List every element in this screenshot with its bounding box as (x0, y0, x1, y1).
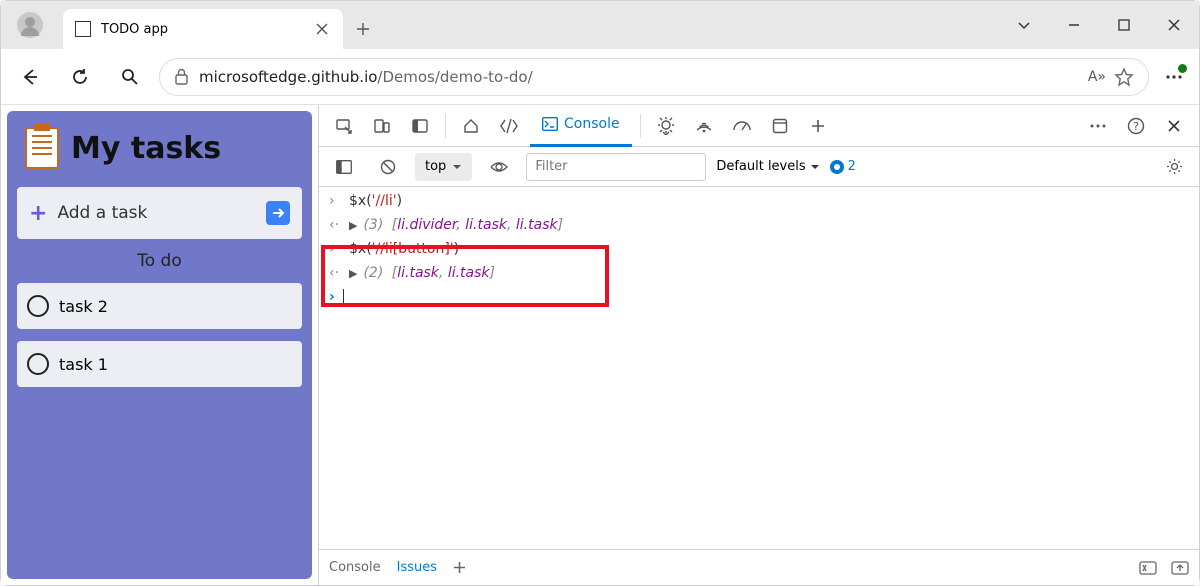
issues-dot-icon (830, 160, 844, 174)
result-text: (2) [li.task, li.task] (363, 265, 495, 281)
lock-icon (174, 68, 189, 85)
refresh-button[interactable] (59, 57, 101, 97)
help-icon[interactable]: ? (1119, 110, 1153, 142)
welcome-tab-icon[interactable] (454, 110, 488, 142)
devtools-drawer-bar: Console Issues (319, 549, 1199, 585)
dock-side-icon[interactable] (403, 110, 437, 142)
browser-tab[interactable]: TODO app (63, 9, 343, 49)
tab-close-button[interactable] (313, 20, 331, 38)
devtools-tab-bar: Console ? (319, 105, 1199, 147)
application-tab-icon[interactable] (763, 110, 797, 142)
back-button[interactable] (9, 57, 51, 97)
console-prompt-row[interactable]: › (325, 285, 1193, 309)
drawer-expand-icon[interactable] (1171, 561, 1189, 575)
context-label: top (425, 159, 446, 174)
svg-text:?: ? (1133, 120, 1139, 133)
submit-arrow-icon[interactable] (266, 201, 290, 225)
input-chevron-icon: › (329, 193, 343, 209)
chevron-down-icon[interactable] (999, 5, 1049, 45)
window-controls (999, 1, 1199, 49)
sources-tab-icon[interactable] (649, 110, 683, 142)
drawer-issues-tab[interactable]: Issues (397, 560, 437, 575)
drawer-console-tab[interactable]: Console (329, 560, 381, 575)
output-chevron-icon: ‹· (329, 217, 343, 233)
more-tabs-plus-icon[interactable] (801, 110, 835, 142)
console-output-row[interactable]: ‹· ▶ (3) [li.divider, li.task, li.task] (325, 213, 1193, 237)
drawer-errors-icon[interactable] (1139, 561, 1157, 575)
console-filter-input[interactable] (526, 153, 706, 181)
performance-tab-icon[interactable] (725, 110, 759, 142)
read-aloud-icon[interactable]: A» (1088, 69, 1106, 85)
avatar-icon (17, 12, 43, 38)
favorite-star-icon[interactable] (1114, 67, 1134, 87)
plus-icon: + (29, 201, 47, 226)
log-levels-selector[interactable]: Default levels (716, 159, 819, 174)
inspect-element-icon[interactable] (327, 110, 361, 142)
section-heading: To do (17, 251, 302, 271)
devtools-close-icon[interactable] (1157, 110, 1191, 142)
settings-menu-button[interactable] (1157, 58, 1191, 96)
prompt-chevron-icon: › (329, 289, 335, 305)
task-complete-checkbox[interactable] (27, 353, 49, 375)
sidebar-toggle-icon[interactable] (327, 151, 361, 183)
console-output[interactable]: › $x('//li') ‹· ▶ (3) [li.divider, li.ta… (319, 187, 1199, 549)
input-chevron-icon: › (329, 241, 343, 257)
new-tab-button[interactable] (343, 9, 383, 49)
task-item[interactable]: task 1 (17, 341, 302, 387)
page-favicon (75, 21, 91, 37)
profile-button[interactable] (11, 1, 49, 49)
code-text: $x('//li') (349, 193, 402, 209)
devtools-more-icon[interactable] (1081, 110, 1115, 142)
clear-console-icon[interactable] (371, 151, 405, 183)
device-toggle-icon[interactable] (365, 110, 399, 142)
search-button[interactable] (109, 57, 151, 97)
context-selector[interactable]: top (415, 153, 472, 181)
maximize-button[interactable] (1099, 5, 1149, 45)
task-complete-checkbox[interactable] (27, 295, 49, 317)
levels-label: Default levels (716, 159, 805, 174)
live-expression-icon[interactable] (482, 151, 516, 183)
console-settings-icon[interactable] (1157, 151, 1191, 183)
task-label: task 1 (59, 355, 108, 374)
elements-tab-icon[interactable] (492, 110, 526, 142)
console-icon (542, 117, 558, 131)
window-close-button[interactable] (1149, 5, 1199, 45)
minimize-button[interactable] (1049, 5, 1099, 45)
issues-indicator[interactable]: 2 (830, 159, 856, 174)
issues-count: 2 (848, 159, 856, 174)
expand-triangle-icon[interactable]: ▶ (349, 219, 357, 232)
add-task-label: Add a task (57, 203, 147, 223)
console-output-row[interactable]: ‹· ▶ (2) [li.task, li.task] (325, 261, 1193, 285)
devtools-pane: Console ? top Default levels (318, 105, 1199, 585)
update-badge-icon (1178, 64, 1187, 73)
expand-triangle-icon[interactable]: ▶ (349, 267, 357, 280)
drawer-add-tab-icon[interactable] (453, 561, 466, 574)
address-bar[interactable]: microsoftedge.github.io/Demos/demo-to-do… (159, 58, 1149, 96)
browser-toolbar: microsoftedge.github.io/Demos/demo-to-do… (1, 49, 1199, 105)
console-toolbar: top Default levels 2 (319, 147, 1199, 187)
console-tab-label: Console (564, 116, 620, 132)
network-tab-icon[interactable] (687, 110, 721, 142)
page-title: My tasks (71, 131, 221, 166)
tab-title: TODO app (101, 22, 303, 37)
titlebar: TODO app (1, 1, 1199, 49)
clipboard-icon (25, 127, 59, 169)
text-cursor (343, 289, 344, 305)
todo-app-pane: My tasks + Add a task To do task 2 task … (7, 111, 312, 579)
console-input-row: › $x('//li[button]') (325, 237, 1193, 261)
add-task-button[interactable]: + Add a task (17, 187, 302, 239)
task-label: task 2 (59, 297, 108, 316)
content-area: My tasks + Add a task To do task 2 task … (1, 105, 1199, 585)
console-input-row: › $x('//li') (325, 189, 1193, 213)
app-header: My tasks (17, 121, 302, 175)
url-text: microsoftedge.github.io/Demos/demo-to-do… (199, 68, 533, 86)
task-item[interactable]: task 2 (17, 283, 302, 329)
console-tab[interactable]: Console (530, 105, 632, 147)
output-chevron-icon: ‹· (329, 265, 343, 281)
result-text: (3) [li.divider, li.task, li.task] (363, 217, 563, 233)
code-text: $x('//li[button]') (349, 241, 459, 257)
